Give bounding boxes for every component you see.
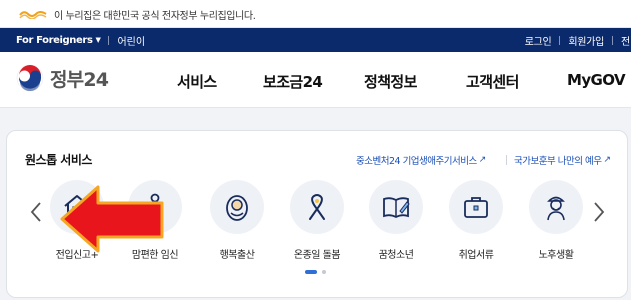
service-icon-circle — [449, 180, 503, 234]
service-label: 전입신고+ — [55, 250, 99, 261]
service-dream-youth[interactable]: 꿈청소년 — [356, 180, 436, 270]
elder-icon — [547, 196, 565, 221]
service-label: 행복출산 — [219, 250, 255, 261]
for-foreigners-label: For Foreigners — [16, 34, 93, 46]
for-foreigners-menu[interactable]: For Foreigners ▼ — [16, 34, 101, 46]
pregnant-person-icon — [150, 193, 162, 221]
service-happy-birth[interactable]: 행복출산 — [197, 180, 277, 270]
service-icon-circle — [529, 180, 583, 234]
service-label: 취업서류 — [458, 250, 494, 261]
briefcase-icon — [464, 197, 488, 218]
signup-link[interactable]: 회원가입 — [568, 33, 604, 48]
pagination-dot[interactable] — [322, 270, 326, 274]
divider — [559, 35, 561, 45]
logo-text: 정부24 — [50, 68, 109, 91]
service-label: 온종일 돌봄 — [293, 250, 341, 261]
divider — [506, 155, 507, 165]
external-link-icon: ↗ — [603, 155, 611, 165]
service-icon-circle — [290, 180, 344, 234]
divider — [108, 35, 110, 45]
service-icon-circle — [210, 180, 264, 234]
smes24-link-label: 중소벤처24 기업생애주기서비스 — [356, 156, 477, 167]
one-stop-service-card: 원스톱 서비스 중소벤처24 기업생애주기서비스 ↗ 국가보훈부 나만의 예우 … — [6, 130, 628, 298]
ribbon-icon — [309, 194, 325, 220]
one-stop-title: 원스톱 서비스 — [25, 153, 92, 167]
carousel-next-button[interactable] — [592, 200, 606, 224]
page: 이 누리집은 대한민국 공식 전자정부 누리집입니다. For Foreigne… — [0, 0, 631, 300]
main-nav: 정부24 서비스 보조금24 정책정보 고객센터 MyGOV — [0, 52, 631, 108]
gov-banner: 이 누리집은 대한민국 공식 전자정부 누리집입니다. — [0, 0, 631, 28]
service-label: 맘편한 임신 — [131, 250, 179, 261]
nav-customer-center[interactable]: 고객센터 — [466, 71, 519, 92]
chevron-right-icon — [594, 202, 605, 222]
nav-services[interactable]: 서비스 — [177, 71, 217, 92]
divider — [612, 35, 613, 45]
pagination-dot-active[interactable] — [305, 270, 317, 274]
book-pen-icon — [383, 197, 410, 219]
government-mark-icon — [19, 11, 47, 19]
util-item-cut[interactable]: 전 — [621, 33, 631, 48]
external-link-icon: ↗ — [478, 155, 487, 165]
service-employment-docs[interactable]: 취업서류 — [436, 180, 516, 270]
smes24-link[interactable]: 중소벤처24 기업생애주기서비스 ↗ — [356, 153, 486, 167]
house-icon — [64, 195, 90, 219]
nav-mygov[interactable]: MyGOV — [567, 71, 626, 89]
service-icon-circle — [50, 180, 104, 234]
veterans-link[interactable]: 국가보훈부 나만의 예우 ↗ — [514, 153, 611, 167]
service-all-day-care[interactable]: 온종일 돌봄 — [277, 180, 357, 270]
service-icon-circle — [369, 180, 423, 234]
baby-icon — [226, 195, 248, 221]
gov-banner-text: 이 누리집은 대한민국 공식 전자정부 누리집입니다. — [54, 11, 256, 22]
login-link[interactable]: 로그인 — [525, 33, 552, 48]
service-label: 꿈청소년 — [378, 250, 414, 261]
veterans-link-label: 국가보훈부 나만의 예우 — [514, 156, 602, 167]
nav-subsidy24[interactable]: 보조금24 — [263, 71, 323, 92]
service-easy-pregnancy[interactable]: 맘편한 임신 — [115, 180, 195, 270]
service-move-in-report[interactable]: 전입신고+ — [37, 180, 117, 270]
utility-bar: For Foreigners ▼ 어린이 로그인 회원가입 전 — [0, 28, 631, 52]
taegeuk-logo-icon — [16, 64, 44, 92]
caret-down-icon: ▼ — [95, 36, 101, 44]
carousel-pagination — [305, 270, 326, 274]
service-retirement-life[interactable]: 노후생활 — [516, 180, 596, 270]
service-label: 노후생활 — [538, 250, 574, 261]
gov24-logo[interactable]: 정부24 — [16, 64, 109, 92]
kids-link[interactable]: 어린이 — [117, 33, 145, 48]
service-icon-circle — [128, 180, 182, 234]
nav-policy-info[interactable]: 정책정보 — [364, 71, 417, 92]
